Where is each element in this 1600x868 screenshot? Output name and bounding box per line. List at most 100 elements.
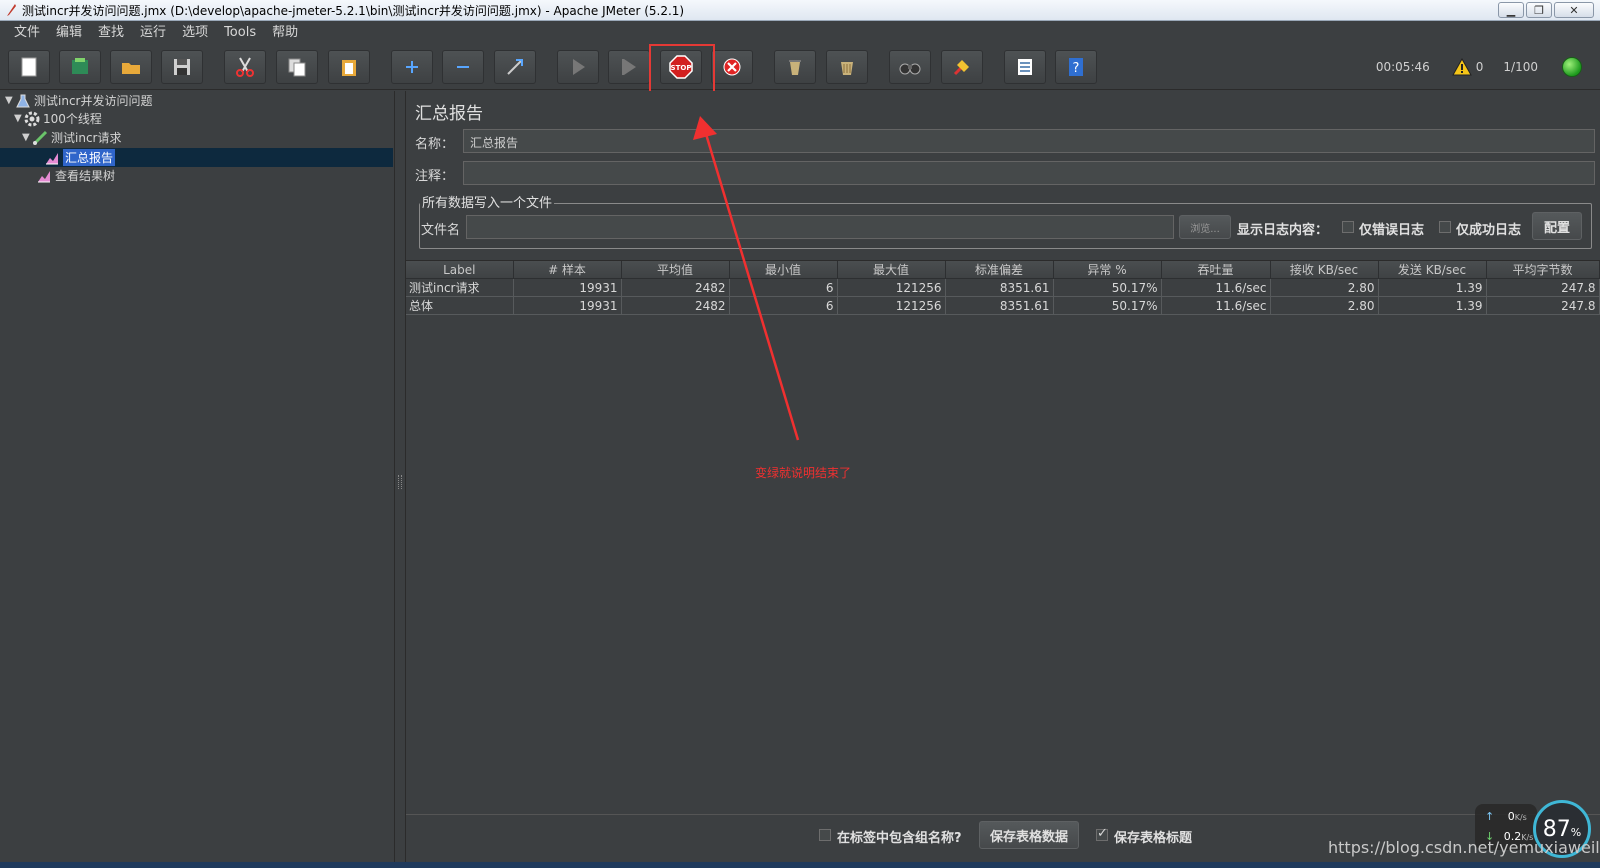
stop-highlight-box (649, 44, 715, 97)
table-cell: 8351.61 (945, 278, 1054, 297)
collapse-all-button[interactable] (442, 50, 484, 84)
column-header[interactable]: 异常 % (1053, 261, 1162, 279)
table-cell: 6 (729, 296, 838, 315)
summary-report-panel: 汇总报告 名称： 汇总报告 注释： 所有数据写入一个文件 文件名 浏览... 显… (405, 91, 1600, 863)
table-row[interactable]: 测试incr请求 19931 2482 6 121256 8351.61 50.… (406, 278, 1600, 297)
panel-splitter[interactable] (396, 91, 404, 863)
name-label: 名称： (415, 137, 455, 152)
menu-help[interactable]: 帮助 (264, 22, 306, 44)
cut-icon (236, 57, 254, 77)
maximize-button[interactable]: ❐ (1526, 2, 1552, 18)
paste-icon (342, 60, 356, 76)
restore-icon: ❐ (1534, 3, 1544, 17)
function-helper-icon (1018, 59, 1032, 75)
table-cell: 247.8 (1486, 278, 1600, 297)
column-header[interactable]: 平均字节数 (1486, 261, 1600, 279)
copy-icon (288, 58, 306, 77)
column-header[interactable]: # 样本 (513, 261, 622, 279)
menu-tools[interactable]: Tools (216, 22, 264, 44)
collapse-toggle-icon[interactable]: ▼ (5, 95, 15, 106)
configure-button[interactable]: 配置 (1532, 212, 1582, 240)
column-header[interactable]: Label (406, 261, 514, 279)
running-status-led (1562, 57, 1582, 77)
comment-field[interactable] (463, 161, 1595, 185)
column-header[interactable]: 最小值 (729, 261, 838, 279)
column-header[interactable]: 接收 KB/sec (1270, 261, 1379, 279)
tree-item-results-tree[interactable]: 查看结果树 (36, 166, 115, 185)
tree-item-test-plan[interactable]: ▼ 测试incr并发访问问题 (5, 91, 152, 110)
table-cell: 8351.61 (945, 296, 1054, 315)
clear-button[interactable] (774, 50, 816, 84)
collapse-toggle-icon[interactable]: ▼ (14, 113, 24, 124)
tree-item-summary-report[interactable]: 汇总报告 (44, 148, 116, 167)
table-cell: 总体 (406, 296, 514, 315)
search-button[interactable] (889, 50, 931, 84)
warning-icon[interactable] (1451, 58, 1472, 76)
menu-edit[interactable]: 编辑 (48, 22, 90, 44)
cut-button[interactable] (224, 50, 266, 84)
tree-item-thread-group[interactable]: ▼ 100个线程 (14, 109, 102, 128)
paste-button[interactable] (328, 50, 370, 84)
window-title-bar: 测试incr并发访问问题.jmx (D:\develop\apache-jmet… (0, 0, 1600, 21)
upload-speed: ↑ 0K/s (1485, 810, 1527, 823)
reset-search-button[interactable] (941, 50, 983, 84)
function-helper-button[interactable] (1004, 50, 1046, 84)
include-group-name-checkbox[interactable] (819, 829, 831, 841)
browse-button[interactable]: 浏览... (1179, 215, 1231, 239)
close-window-button[interactable]: ✕ (1554, 2, 1594, 18)
save-button[interactable] (161, 50, 203, 84)
toggle-button[interactable] (494, 50, 536, 84)
toolbar: STOP ? (0, 44, 1600, 90)
test-plan-icon (16, 94, 30, 107)
open-button[interactable] (110, 50, 152, 84)
splitter-grip-icon[interactable] (398, 475, 402, 489)
shutdown-button[interactable] (711, 50, 753, 84)
warning-count: 0 (1475, 60, 1484, 74)
tree-item-label: 测试incr请求 (51, 131, 122, 145)
table-cell: 121256 (837, 278, 946, 297)
close-icon: ✕ (1569, 3, 1579, 17)
save-icon (174, 59, 190, 75)
tree-item-sampler[interactable]: ▼ 测试incr请求 (22, 128, 121, 147)
menu-options[interactable]: 选项 (174, 22, 216, 44)
help-button[interactable]: ? (1055, 50, 1097, 84)
start-button[interactable] (557, 50, 599, 84)
start-no-pause-icon (622, 59, 636, 75)
errors-only-checkbox[interactable] (1342, 221, 1354, 233)
collapse-toggle-icon[interactable]: ▼ (22, 132, 32, 143)
menu-file[interactable]: 文件 (6, 22, 48, 44)
menu-run[interactable]: 运行 (132, 22, 174, 44)
column-header[interactable]: 标准偏差 (945, 261, 1054, 279)
minimize-button[interactable]: ▁ (1498, 2, 1524, 18)
name-field[interactable]: 汇总报告 (463, 129, 1595, 153)
filename-field[interactable] (466, 215, 1174, 239)
copy-button[interactable] (276, 50, 318, 84)
expand-all-button[interactable] (391, 50, 433, 84)
table-row[interactable]: 总体 19931 2482 6 121256 8351.61 50.17% 11… (406, 296, 1600, 315)
success-only-label[interactable]: 仅成功日志 (1456, 219, 1521, 238)
status-area: 00:05:46 0 1/100 (1376, 44, 1600, 90)
save-table-header-label[interactable]: 保存表格标题 (1114, 827, 1192, 846)
start-no-pauses-button[interactable] (608, 50, 650, 84)
new-button[interactable] (8, 50, 50, 84)
column-header[interactable]: 平均值 (621, 261, 730, 279)
jmeter-feather-icon (7, 4, 16, 16)
tree-item-label: 查看结果树 (55, 169, 116, 183)
column-header[interactable]: 吞吐量 (1161, 261, 1271, 279)
annotation-text: 变绿就说明结束了 (755, 466, 852, 480)
listener-icon (38, 170, 50, 182)
include-group-name-label[interactable]: 在标签中包含组名称? (837, 827, 962, 846)
save-table-data-button[interactable]: 保存表格数据 (979, 821, 1079, 849)
column-header[interactable]: 最大值 (837, 261, 946, 279)
page-title: 汇总报告 (415, 104, 483, 124)
column-header[interactable]: 发送 KB/sec (1378, 261, 1487, 279)
table-cell: 19931 (513, 278, 622, 297)
clear-all-button[interactable] (826, 50, 868, 84)
sampler-icon (32, 130, 48, 145)
templates-button[interactable] (59, 50, 101, 84)
menu-search[interactable]: 查找 (90, 22, 132, 44)
success-only-checkbox[interactable] (1439, 221, 1451, 233)
errors-only-label[interactable]: 仅错误日志 (1359, 219, 1424, 238)
save-table-header-checkbox[interactable] (1096, 826, 1108, 841)
tree-item-label: 100个线程 (43, 112, 102, 126)
